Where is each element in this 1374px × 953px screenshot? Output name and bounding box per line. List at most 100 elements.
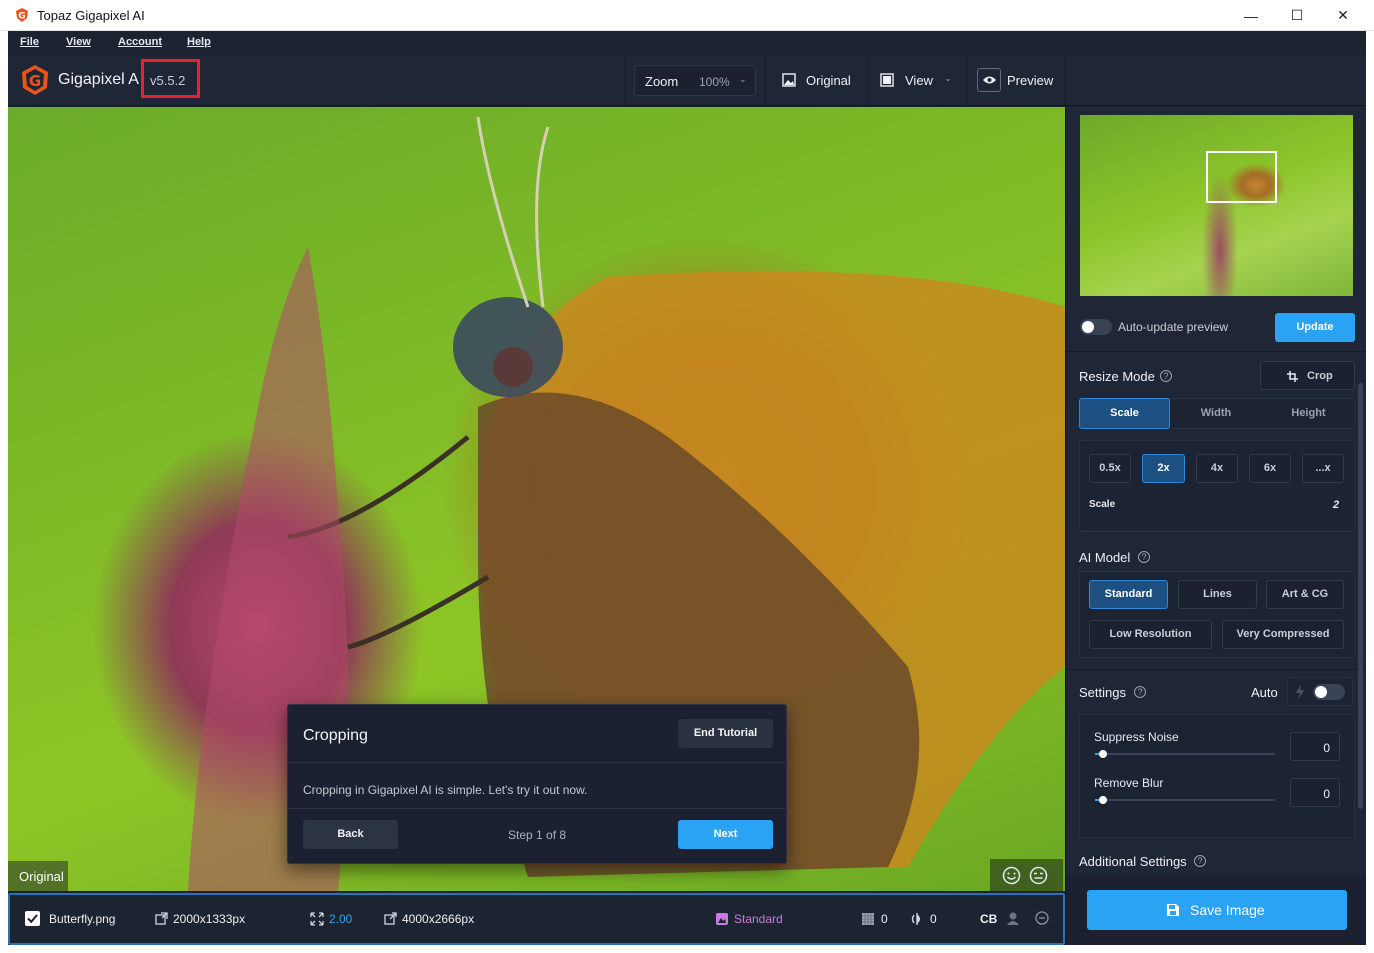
menu-bar: File View Account Help	[8, 31, 1366, 55]
help-icon[interactable]: ?	[1134, 686, 1146, 698]
settings-panel: Auto-update preview Update Resize Mode ?…	[1065, 107, 1366, 945]
toolbar-divider	[765, 55, 766, 106]
maximize-button[interactable]: ☐	[1274, 0, 1320, 31]
scale-value: 2	[1333, 499, 1340, 511]
tutorial-dialog: Cropping End Tutorial Cropping in Gigapi…	[287, 704, 787, 864]
resize-mode-label: Resize Mode	[1079, 369, 1155, 384]
original-overlay-label: Original	[8, 861, 68, 891]
image-select-checkbox[interactable]	[25, 911, 40, 926]
remove-blur-slider[interactable]	[1099, 796, 1107, 804]
tutorial-next-button[interactable]: Next	[678, 820, 773, 849]
image-status-bar: Butterfly.png 2000x1333px 2.00 4000x2666…	[8, 893, 1065, 945]
update-button[interactable]: Update	[1275, 313, 1355, 342]
auto-update-toggle[interactable]	[1080, 319, 1112, 335]
preview-label: Preview	[1007, 73, 1054, 88]
scale-factor: 2.00	[329, 912, 353, 926]
view-dropdown[interactable]: View ⌄	[874, 65, 964, 96]
remove-image-icon[interactable]	[1035, 911, 1049, 925]
original-label: Original	[806, 73, 851, 88]
crop-button[interactable]: Crop	[1260, 361, 1355, 390]
zoom-select[interactable]: Zoom 100% ⌄	[634, 65, 756, 96]
auto-settings-control	[1287, 677, 1353, 706]
preview-toggle-button[interactable]: Preview	[974, 65, 1060, 96]
tutorial-divider	[288, 808, 786, 809]
neutral-face-icon[interactable]	[1029, 866, 1048, 885]
minimize-button[interactable]: —	[1228, 0, 1274, 31]
model-lines-button[interactable]: Lines	[1178, 580, 1257, 609]
save-image-button[interactable]: Save Image	[1087, 890, 1347, 930]
view-label: View	[905, 73, 933, 88]
remove-blur-track[interactable]	[1099, 799, 1275, 801]
input-size: 2000x1333px	[173, 912, 246, 926]
menu-view[interactable]: View	[66, 36, 91, 48]
output-size: 4000x2666px	[402, 912, 475, 926]
output-size-icon	[384, 912, 397, 925]
menu-account[interactable]: Account	[118, 36, 162, 48]
tab-scale[interactable]: Scale	[1079, 398, 1170, 429]
suppress-noise-label: Suppress Noise	[1094, 730, 1179, 744]
panel-scrollbar[interactable]	[1358, 383, 1363, 809]
face-recovery-icon	[1007, 912, 1019, 925]
close-button[interactable]: ✕	[1320, 0, 1366, 31]
tutorial-back-button[interactable]: Back	[303, 820, 398, 849]
preview-icon-frame	[977, 68, 1001, 92]
end-tutorial-button[interactable]: End Tutorial	[678, 719, 773, 748]
scale-option-4x[interactable]: 4x	[1196, 454, 1238, 483]
crop-label: Crop	[1307, 370, 1333, 382]
crop-icon	[1287, 371, 1298, 382]
tab-width[interactable]: Width	[1170, 398, 1262, 429]
scale-option-2x[interactable]: 2x	[1142, 454, 1185, 483]
model-very-compressed-button[interactable]: Very Compressed	[1222, 620, 1344, 649]
tutorial-body: Cropping in Gigapixel AI is simple. Let'…	[303, 783, 588, 797]
input-size-icon	[155, 912, 168, 925]
model-art-cg-button[interactable]: Art & CG	[1266, 580, 1344, 609]
suppress-noise-slider[interactable]	[1099, 750, 1107, 758]
remove-blur-input[interactable]: 0	[1290, 778, 1340, 807]
chevron-down-icon: ⌄	[739, 74, 747, 84]
image-canvas[interactable]: Original Cropping End Tutorial Cropping …	[8, 107, 1065, 891]
app-window: File View Account Help G Gigapixel A v5.…	[8, 31, 1366, 945]
menu-help[interactable]: Help	[187, 36, 211, 48]
original-button[interactable]: Original	[774, 65, 864, 96]
navigator-viewport-rect[interactable]	[1206, 151, 1277, 203]
auto-settings-label: Auto	[1251, 685, 1278, 700]
remove-blur-label: Remove Blur	[1094, 776, 1164, 790]
save-icon	[1167, 904, 1179, 916]
smile-face-icon[interactable]	[1002, 866, 1021, 885]
topaz-logo-icon: G	[16, 8, 28, 22]
scale-option-custom[interactable]: ...x	[1302, 454, 1344, 483]
suppress-noise-input[interactable]: 0	[1290, 732, 1340, 761]
window-title: Topaz Gigapixel AI	[37, 8, 145, 23]
help-icon[interactable]: ?	[1194, 855, 1206, 867]
noise-icon	[862, 913, 874, 925]
zoom-value: 100%	[699, 75, 730, 89]
zoom-label: Zoom	[645, 74, 679, 89]
eye-icon	[983, 76, 996, 84]
tab-height[interactable]: Height	[1262, 398, 1355, 429]
scale-option-6x[interactable]: 6x	[1249, 454, 1291, 483]
navigator-thumbnail[interactable]	[1080, 115, 1353, 296]
additional-settings-label: Additional Settings	[1079, 854, 1187, 869]
blur-value: 0	[930, 912, 937, 926]
gigapixel-logo-icon: G	[22, 65, 48, 95]
chevron-down-icon: ⌄	[944, 73, 952, 83]
svg-text:G: G	[29, 72, 41, 90]
section-divider	[1066, 351, 1366, 352]
app-version: v5.5.2	[150, 73, 186, 88]
scale-option-0-5x[interactable]: 0.5x	[1089, 454, 1131, 483]
toolbar-divider	[1065, 55, 1066, 106]
toolbar-divider	[868, 55, 869, 106]
scale-arrows-icon	[310, 912, 324, 926]
model-low-resolution-button[interactable]: Low Resolution	[1089, 620, 1212, 649]
svg-text:G: G	[18, 12, 25, 22]
tutorial-step-counter: Step 1 of 8	[508, 828, 567, 842]
lightning-icon	[1296, 684, 1304, 700]
help-icon[interactable]: ?	[1138, 551, 1150, 563]
help-icon[interactable]: ?	[1160, 370, 1172, 382]
tutorial-divider	[288, 762, 786, 763]
model-standard-button[interactable]: Standard	[1089, 580, 1168, 609]
menu-file[interactable]: File	[20, 36, 39, 48]
auto-settings-toggle[interactable]	[1313, 684, 1345, 700]
view-icon	[880, 73, 894, 87]
suppress-noise-track[interactable]	[1099, 753, 1275, 755]
